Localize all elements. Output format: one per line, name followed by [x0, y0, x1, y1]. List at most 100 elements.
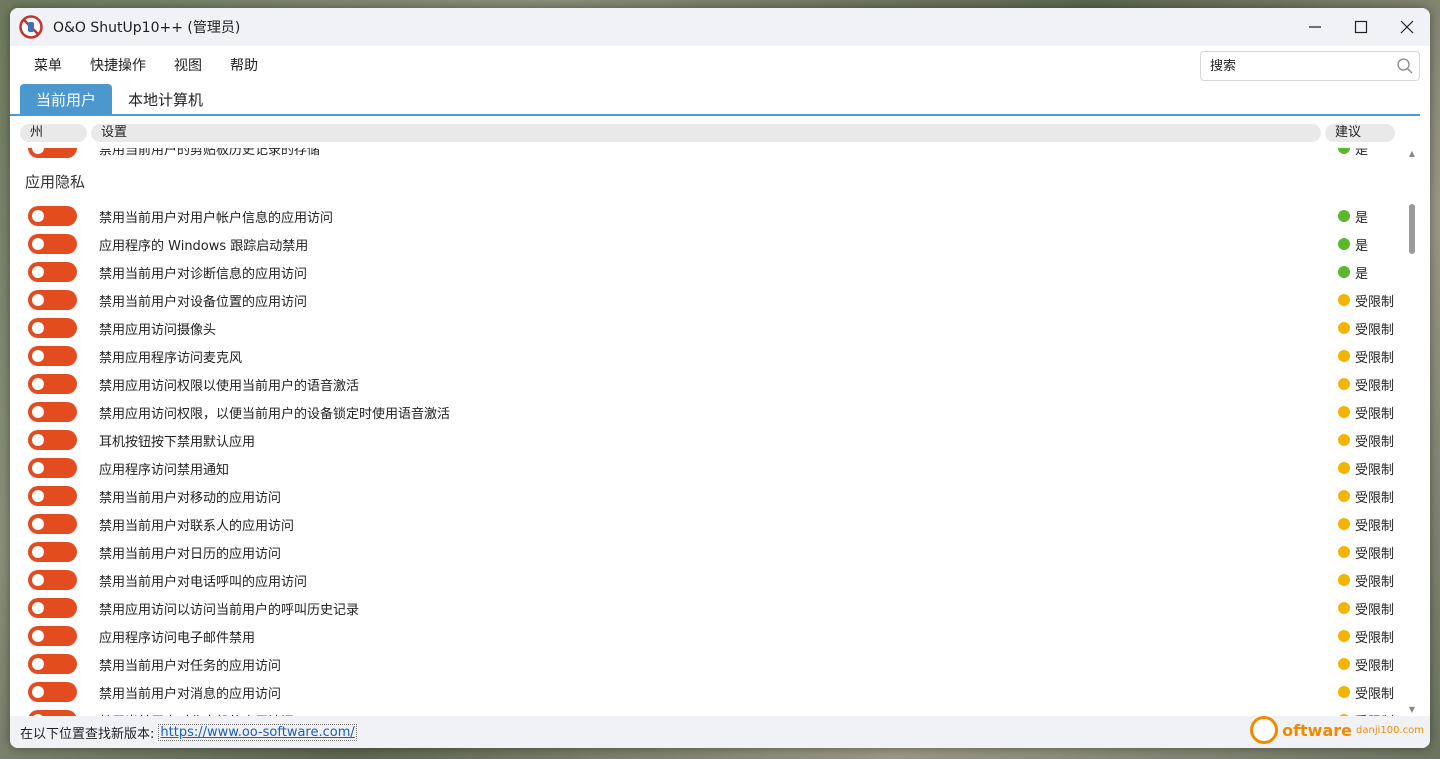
- status-bar: 在以下位置查找新版本: https://www.oo-software.com/…: [10, 716, 1430, 748]
- tab-local-machine[interactable]: 本地计算机: [112, 84, 219, 114]
- menu-help[interactable]: 帮助: [216, 55, 272, 75]
- app-logo-icon: [19, 15, 43, 39]
- row-label: 禁用当前用户对联系人的应用访问: [99, 518, 295, 534]
- recommend-dot: [1338, 630, 1350, 642]
- scroll-thumb[interactable]: [1409, 204, 1415, 254]
- vertical-scrollbar[interactable]: ▲ ▼: [1406, 148, 1418, 716]
- toggle-switch[interactable]: [28, 682, 77, 702]
- search-icon[interactable]: [1396, 57, 1414, 75]
- recommend-dot: [1338, 574, 1350, 586]
- window-title: O&O ShutUp10++ (管理员): [53, 20, 241, 36]
- row-label: 禁用当前用户对日历的应用访问: [99, 546, 282, 562]
- toggle-switch[interactable]: [28, 430, 77, 450]
- scroll-up-icon[interactable]: ▲: [1408, 150, 1416, 158]
- minimize-button[interactable]: [1292, 8, 1338, 46]
- search-box: [1200, 51, 1420, 81]
- menu-main[interactable]: 菜单: [20, 55, 76, 75]
- row-label: 禁用应用访问权限，以便当前用户的设备锁定时使用语音激活: [99, 406, 451, 422]
- column-headers: 州 设置 建议: [10, 122, 1430, 144]
- toggle-switch[interactable]: [28, 148, 77, 158]
- recommend-text: 受限制: [1355, 602, 1395, 618]
- recommend-text: 受限制: [1355, 462, 1395, 478]
- row-label: 禁用当前用户对诊断信息的应用访问: [99, 266, 308, 282]
- row-label: 应用程序的 Windows 跟踪启动禁用: [99, 238, 309, 254]
- toggle-switch[interactable]: [28, 458, 77, 478]
- status-text: 在以下位置查找新版本:: [20, 726, 155, 742]
- toggle-switch[interactable]: [28, 598, 77, 618]
- recommend-dot: [1338, 434, 1350, 446]
- close-button[interactable]: [1384, 8, 1430, 46]
- list-row[interactable]: 禁用当前用户对设备位置的应用访问 受限制: [10, 286, 1400, 314]
- list-row[interactable]: 禁用当前用户对用户帐户信息的应用访问 是: [10, 202, 1400, 230]
- list-row[interactable]: 禁用当前用户对移动的应用访问 受限制: [10, 482, 1400, 510]
- watermark: oftware danji100.com: [1250, 716, 1424, 744]
- list-row[interactable]: 禁用应用访问以访问当前用户的呼叫历史记录 受限制: [10, 594, 1400, 622]
- menu-bar: 菜单 快捷操作 视图 帮助: [10, 46, 1430, 84]
- tab-bar: 当前用户 本地计算机: [10, 84, 1420, 116]
- toggle-switch[interactable]: [28, 654, 77, 674]
- list-row[interactable]: 耳机按钮按下禁用默认应用 受限制: [10, 426, 1400, 454]
- toggle-switch[interactable]: [28, 318, 77, 338]
- toggle-switch[interactable]: [28, 542, 77, 562]
- recommend-dot: [1338, 378, 1350, 390]
- row-label: 应用程序访问禁用通知: [99, 462, 230, 478]
- list-row[interactable]: 禁用当前用户对消息的应用访问 受限制: [10, 678, 1400, 706]
- row-label: 禁用当前用户对移动的应用访问: [99, 490, 282, 506]
- toggle-switch[interactable]: [28, 514, 77, 534]
- toggle-switch[interactable]: [28, 206, 77, 226]
- row-label: 禁用应用访问权限以使用当前用户的语音激活: [99, 378, 360, 394]
- recommend-dot: [1338, 546, 1350, 558]
- recommend-dot: [1338, 148, 1350, 154]
- recommend-dot: [1338, 238, 1350, 250]
- toggle-switch[interactable]: [28, 570, 77, 590]
- recommend-text: 受限制: [1355, 490, 1395, 506]
- list-row[interactable]: 应用程序访问电子邮件禁用 受限制: [10, 622, 1400, 650]
- recommend-text: 受限制: [1355, 630, 1395, 646]
- maximize-icon: [1354, 20, 1368, 34]
- recommend-text: 是: [1355, 266, 1369, 282]
- toggle-switch[interactable]: [28, 486, 77, 506]
- scroll-down-icon[interactable]: ▼: [1408, 706, 1416, 714]
- list-row[interactable]: 应用程序的 Windows 跟踪启动禁用 是: [10, 230, 1400, 258]
- toggle-switch[interactable]: [28, 234, 77, 254]
- list-row[interactable]: 禁用当前用户对任务的应用访问 受限制: [10, 650, 1400, 678]
- search-input[interactable]: [1201, 52, 1396, 80]
- list-row[interactable]: 禁用应用程序访问麦克风 受限制: [10, 342, 1400, 370]
- list-row[interactable]: 禁用应用访问权限以使用当前用户的语音激活 受限制: [10, 370, 1400, 398]
- list-row[interactable]: 禁用当前用户对收音机的应用访问受限制: [10, 706, 1400, 716]
- column-header-setting[interactable]: 设置: [91, 124, 1321, 142]
- list-row[interactable]: 禁用当前用户对联系人的应用访问 受限制: [10, 510, 1400, 538]
- list-row[interactable]: 禁用当前用户对诊断信息的应用访问 是: [10, 258, 1400, 286]
- list-row[interactable]: 禁用当前用户对电话呼叫的应用访问 受限制: [10, 566, 1400, 594]
- list-row[interactable]: 禁用当前用户对日历的应用访问 受限制: [10, 538, 1400, 566]
- list-row[interactable]: 应用程序访问禁用通知 受限制: [10, 454, 1400, 482]
- recommend-text: 是: [1355, 210, 1369, 226]
- recommend-text: 受限制: [1355, 658, 1395, 674]
- toggle-switch[interactable]: [28, 626, 77, 646]
- recommend-text: 受限制: [1355, 322, 1395, 338]
- toggle-switch[interactable]: [28, 262, 77, 282]
- toggle-switch[interactable]: [28, 402, 77, 422]
- column-header-recommend[interactable]: 建议: [1325, 124, 1395, 142]
- toggle-switch[interactable]: [28, 346, 77, 366]
- tab-current-user[interactable]: 当前用户: [20, 84, 113, 114]
- list-row-partial[interactable]: 禁用当前用户的剪贴板历史记录的存储 是: [10, 148, 1400, 162]
- column-header-state[interactable]: 州: [20, 124, 87, 142]
- row-label: 禁用当前用户对设备位置的应用访问: [99, 294, 308, 310]
- recommend-text: 受限制: [1355, 518, 1395, 534]
- app-window: O&O ShutUp10++ (管理员) 菜单 快捷操作 视图 帮助 当前用户 …: [10, 8, 1430, 748]
- section-title: 应用隐私: [25, 173, 86, 191]
- recommend-dot: [1338, 406, 1350, 418]
- toggle-switch[interactable]: [28, 374, 77, 394]
- recommend-dot: [1338, 266, 1350, 278]
- recommend-text: 受限制: [1355, 378, 1395, 394]
- recommend-dot: [1338, 322, 1350, 334]
- row-label: 禁用当前用户对消息的应用访问: [99, 686, 282, 702]
- website-link[interactable]: https://www.oo-software.com/: [158, 723, 357, 741]
- list-row[interactable]: 禁用应用访问权限，以便当前用户的设备锁定时使用语音激活 受限制: [10, 398, 1400, 426]
- menu-view[interactable]: 视图: [160, 55, 216, 75]
- list-row[interactable]: 禁用应用访问摄像头 受限制: [10, 314, 1400, 342]
- maximize-button[interactable]: [1338, 8, 1384, 46]
- menu-quick-actions[interactable]: 快捷操作: [76, 55, 160, 75]
- toggle-switch[interactable]: [28, 290, 77, 310]
